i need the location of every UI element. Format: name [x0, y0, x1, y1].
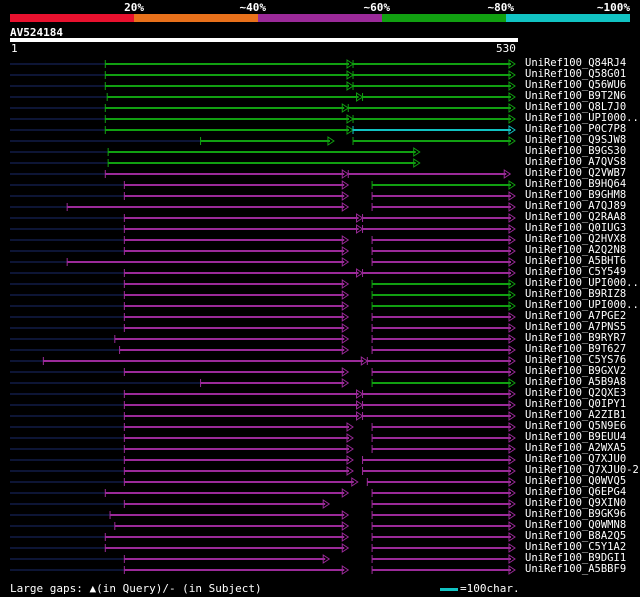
- scale-legend: =100char.: [440, 582, 520, 595]
- hit-row[interactable]: [10, 389, 516, 399]
- hit-row[interactable]: [10, 92, 516, 102]
- hit-row[interactable]: [10, 81, 516, 91]
- hit-row[interactable]: [10, 488, 516, 498]
- hit-row[interactable]: [10, 191, 516, 201]
- legend-label-80: ~80%: [487, 1, 515, 14]
- legend-swatch-40: [134, 14, 258, 22]
- hit-row[interactable]: [10, 301, 516, 311]
- legend-label-20: 20%: [124, 1, 144, 14]
- hit-row[interactable]: [10, 499, 516, 509]
- hit-row[interactable]: [10, 268, 516, 278]
- hit-row[interactable]: [10, 400, 516, 410]
- hit-row[interactable]: [10, 345, 516, 355]
- hit-row[interactable]: [10, 59, 516, 69]
- hit-row[interactable]: [10, 70, 516, 80]
- hit-row[interactable]: [10, 455, 516, 465]
- hit-row[interactable]: [10, 367, 516, 377]
- legend-swatch-100: [506, 14, 630, 22]
- hit-row[interactable]: [10, 147, 421, 157]
- hit-row[interactable]: [10, 125, 516, 135]
- hit-row[interactable]: [10, 477, 516, 487]
- query-bar: [10, 38, 518, 42]
- hit-row[interactable]: [10, 158, 421, 168]
- hit-row[interactable]: [10, 433, 516, 443]
- hit-row[interactable]: [10, 180, 516, 190]
- scale-text: =100char.: [460, 582, 520, 595]
- hit-row[interactable]: [10, 444, 516, 454]
- hit-row[interactable]: [10, 279, 516, 289]
- hit-row[interactable]: [10, 169, 512, 179]
- hit-row[interactable]: [10, 334, 516, 344]
- hit-row[interactable]: [10, 565, 516, 575]
- legend-label-40: ~40%: [239, 1, 267, 14]
- legend-label-100: ~100%: [596, 1, 630, 14]
- scale-swatch: [440, 587, 458, 591]
- hit-row[interactable]: [10, 103, 516, 113]
- hit-row[interactable]: [10, 521, 516, 531]
- legend-label-60: ~60%: [363, 1, 391, 14]
- hit-row[interactable]: [10, 312, 516, 322]
- hit-row[interactable]: [10, 532, 516, 542]
- hit-row[interactable]: [10, 323, 516, 333]
- hit-row[interactable]: [10, 510, 516, 520]
- gaps-legend: Large gaps: ▲(in Query)/- (in Subject): [10, 582, 262, 595]
- hit-row[interactable]: [10, 257, 516, 267]
- hit-row[interactable]: [10, 466, 516, 476]
- hit-row[interactable]: [10, 224, 516, 234]
- hit-row[interactable]: [10, 114, 516, 124]
- hit-row[interactable]: [10, 202, 516, 212]
- hit-row[interactable]: [10, 246, 516, 256]
- hit-row[interactable]: [10, 290, 516, 300]
- legend-swatch-60: [258, 14, 382, 22]
- hit-row[interactable]: [10, 422, 516, 432]
- hit-row[interactable]: [10, 411, 516, 421]
- identity-color-legend: 20% ~40% ~60% ~80% ~100%: [10, 0, 630, 22]
- hit-row[interactable]: [10, 136, 516, 146]
- query-start-label: 1: [11, 42, 18, 55]
- hit-row[interactable]: [10, 543, 516, 553]
- hit-row[interactable]: [10, 378, 516, 388]
- blast-graphic-overview: 20% ~40% ~60% ~80% ~100% AV524184 1 530 …: [0, 0, 640, 597]
- hit-label[interactable]: UniRef100_A5BBF9: [525, 564, 626, 575]
- hit-row[interactable]: [10, 213, 516, 223]
- hit-row[interactable]: [10, 356, 516, 366]
- query-end-label: 530: [496, 42, 516, 55]
- hit-row[interactable]: [10, 554, 516, 564]
- hit-row[interactable]: [10, 235, 516, 245]
- legend-swatch-80: [382, 14, 506, 22]
- legend-swatch-20: [10, 14, 134, 22]
